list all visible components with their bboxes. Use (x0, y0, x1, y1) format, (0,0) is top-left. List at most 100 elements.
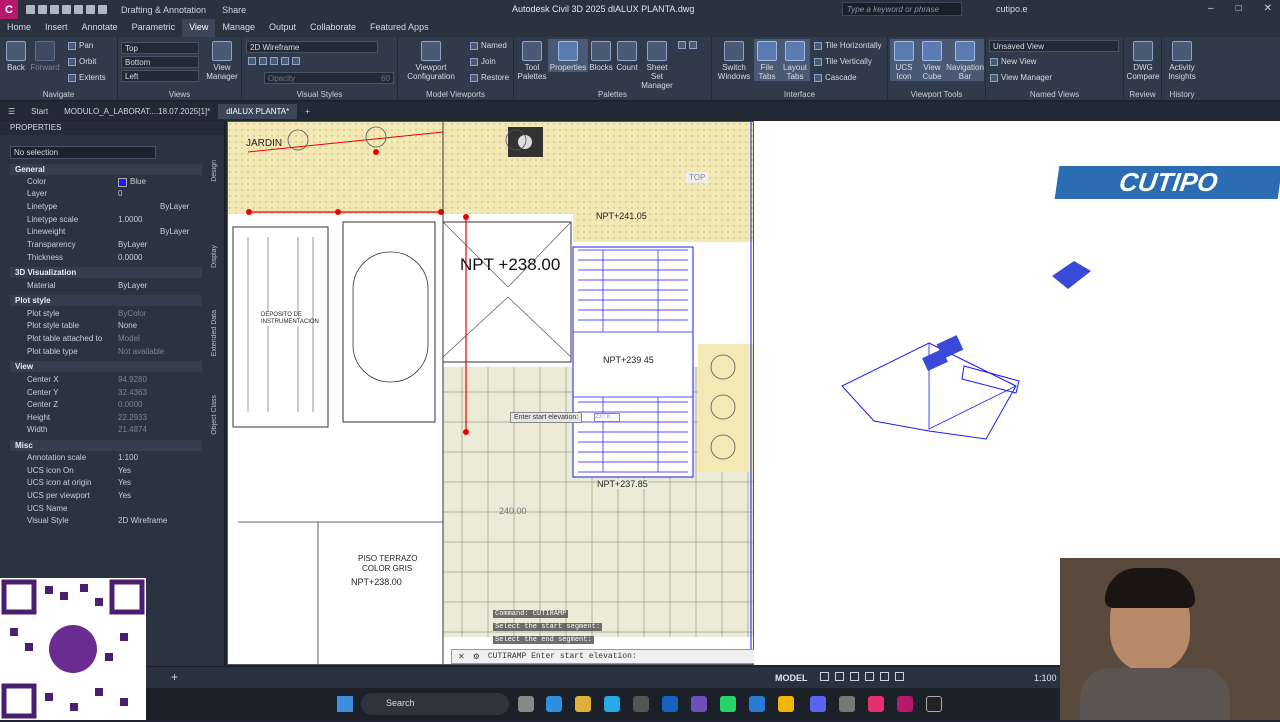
section-misc[interactable]: Misc (10, 440, 202, 451)
autocad-dx-icon[interactable] (926, 696, 942, 712)
prop-row[interactable]: UCS Name (27, 504, 202, 516)
sheet-set-manager-button[interactable]: Sheet Set Manager (640, 41, 674, 90)
prop-row[interactable]: Transparency ByLayer (27, 240, 202, 252)
prop-row[interactable]: Linetype ByLayer (27, 202, 202, 214)
command-input[interactable]: CUTIRAMP Enter start elevation: (488, 652, 637, 661)
civil3d-taskbar-icon[interactable] (897, 696, 913, 712)
cascade-button[interactable]: Cascade (814, 73, 857, 82)
new-view-button[interactable]: New View (990, 57, 1036, 66)
annotation-scale[interactable]: 1:100 (1034, 673, 1057, 683)
workspace-switcher[interactable]: Drafting & Annotation (121, 5, 206, 15)
close-command-icon[interactable]: ✕ (458, 652, 465, 662)
switch-windows-button[interactable]: Switch Windows (716, 41, 752, 81)
open-icon[interactable] (38, 5, 47, 14)
tab-manage[interactable]: Manage (215, 19, 262, 37)
teams-icon[interactable] (691, 696, 707, 712)
layout-tabs-button[interactable]: Layout Tabs (780, 39, 810, 81)
model-space-toggle[interactable]: MODEL (775, 673, 808, 683)
visual-style-dropdown[interactable]: 2D Wireframe (246, 41, 378, 53)
file-explorer-icon[interactable] (575, 696, 591, 712)
prop-row[interactable]: Plot style table None (27, 321, 202, 333)
side-tab-display[interactable]: Display (211, 245, 225, 268)
tab-start[interactable]: Start (23, 104, 56, 119)
taskbar-search[interactable]: Search (361, 693, 509, 715)
forward-button[interactable]: Forward (30, 41, 60, 72)
add-layout-icon[interactable]: + (171, 670, 178, 684)
tab-output[interactable]: Output (262, 19, 303, 37)
side-tab-extended-data[interactable]: Extended Data (211, 310, 225, 356)
settings-icon[interactable] (839, 696, 855, 712)
prop-row[interactable]: Width 21.4874 (27, 425, 202, 437)
section-general[interactable]: General (10, 164, 202, 175)
view-top[interactable]: Top (121, 42, 199, 54)
app-icon[interactable] (868, 696, 884, 712)
side-tab-design[interactable]: Design (211, 160, 225, 182)
prop-row[interactable]: Plot table type Not available (27, 347, 202, 359)
viewport-config-button[interactable]: Viewport Configuration (404, 41, 458, 81)
back-button[interactable]: Back (4, 41, 28, 72)
navigation-bar-button[interactable]: Navigation Bar (946, 39, 984, 81)
windows-start-icon[interactable] (337, 696, 353, 712)
vscode-icon[interactable] (749, 696, 765, 712)
activity-insights-button[interactable]: Activity Insights (1164, 41, 1200, 81)
redo-icon[interactable] (98, 5, 107, 14)
copilot-icon[interactable] (546, 696, 562, 712)
file-tabs-button[interactable]: File Tabs (754, 39, 780, 81)
drafting-toggles[interactable] (820, 672, 904, 681)
view-cube-button[interactable]: View Cube (918, 39, 946, 81)
named-button[interactable]: Named (470, 41, 507, 50)
blocks-button[interactable]: Blocks (588, 41, 614, 72)
join-button[interactable]: Join (470, 57, 496, 66)
visual-style-tools[interactable] (248, 57, 300, 65)
opacity-slider[interactable]: Opacity 60 (264, 72, 394, 84)
prop-row[interactable]: Thickness 0.0000 (27, 253, 202, 265)
prop-row[interactable]: Material ByLayer (27, 281, 202, 293)
dynamic-input-field[interactable]: 237.8 (594, 413, 620, 422)
side-tab-object-class[interactable]: Object Class (211, 395, 225, 435)
palette-small-tools[interactable] (678, 41, 697, 49)
restore-button[interactable]: Restore (470, 73, 509, 82)
command-settings-icon[interactable]: ⚙ (473, 652, 480, 662)
tab-dlalux-planta[interactable]: dlALUX PLANTA* (218, 103, 298, 119)
new-icon[interactable] (26, 5, 35, 14)
tab-collaborate[interactable]: Collaborate (303, 19, 363, 37)
tab-parametric[interactable]: Parametric (125, 19, 183, 37)
dwg-compare-button[interactable]: DWG Compare (1126, 41, 1160, 81)
prop-row[interactable]: Height 22.2933 (27, 413, 202, 425)
new-tab-icon[interactable]: + (297, 104, 318, 119)
prop-row[interactable]: Plot table attached to Model (27, 334, 202, 346)
pan-button[interactable]: Pan (68, 41, 93, 50)
close-icon[interactable]: ✕ (1264, 3, 1272, 14)
properties-button[interactable]: Properties (548, 39, 588, 72)
user-account[interactable]: cutipo.e (996, 4, 1028, 14)
prop-row[interactable]: Layer 0 (27, 189, 202, 201)
help-search-input[interactable]: Type a keyword or phrase (842, 2, 962, 16)
saveas-icon[interactable] (62, 5, 71, 14)
tab-modulo[interactable]: MODULO_A_LABORAT....18.07.2025[1]* (56, 104, 218, 119)
undo-icon[interactable] (86, 5, 95, 14)
tab-annotate[interactable]: Annotate (75, 19, 125, 37)
print-icon[interactable] (74, 5, 83, 14)
app-logo[interactable]: C (0, 0, 18, 19)
store-icon[interactable] (633, 696, 649, 712)
minimize-icon[interactable]: – (1208, 3, 1214, 14)
section-3d-visualization[interactable]: 3D Visualization (10, 267, 202, 278)
outlook-icon[interactable] (662, 696, 678, 712)
edge-icon[interactable] (604, 696, 620, 712)
share-button[interactable]: Share (222, 5, 246, 15)
menu-icon[interactable]: ☰ (0, 104, 23, 119)
tab-featured-apps[interactable]: Featured Apps (363, 19, 436, 37)
section-plot-style[interactable]: Plot style (10, 295, 202, 306)
ucs-icon-button[interactable]: UCS Icon (890, 39, 918, 81)
whatsapp-icon[interactable] (720, 696, 736, 712)
prop-row[interactable]: Center Y 32.4363 (27, 388, 202, 400)
tab-home[interactable]: Home (0, 19, 38, 37)
prop-row[interactable]: UCS per viewport Yes (27, 491, 202, 503)
prop-row[interactable]: Visual Style 2D Wireframe (27, 516, 202, 528)
tab-insert[interactable]: Insert (38, 19, 75, 37)
view-manager-small-button[interactable]: View Manager (990, 73, 1052, 82)
prop-row[interactable]: Center X 94.9280 (27, 375, 202, 387)
orbit-button[interactable]: Orbit (68, 57, 96, 66)
tile-horizontally-button[interactable]: Tile Horizontally (814, 41, 882, 50)
discord-icon[interactable] (810, 696, 826, 712)
